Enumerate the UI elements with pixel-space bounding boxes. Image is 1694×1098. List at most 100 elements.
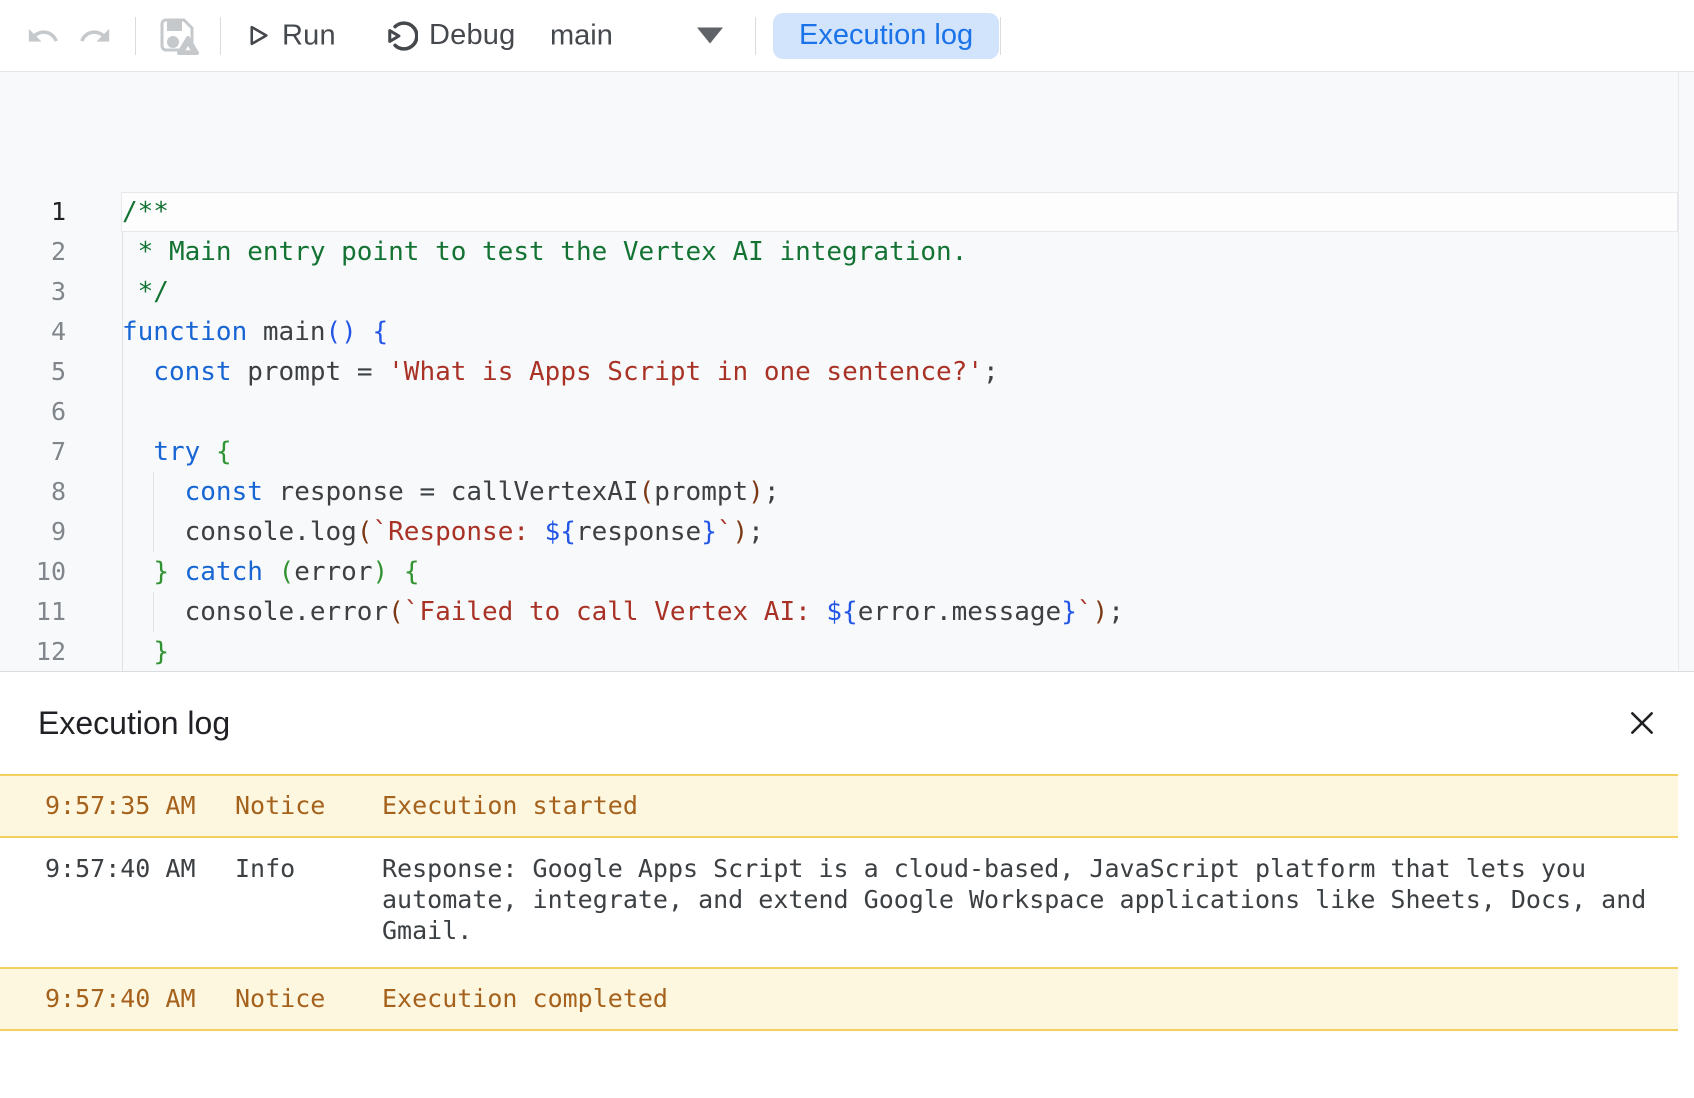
code-token: ( xyxy=(639,477,655,507)
code-token: ${ xyxy=(826,597,857,627)
code-token: const xyxy=(185,477,263,507)
toolbar-divider xyxy=(1000,17,1001,55)
code-token xyxy=(122,437,153,467)
toolbar-divider xyxy=(135,17,136,55)
code-token: * Main entry point to test the Vertex AI… xyxy=(122,237,967,267)
code-token: ` xyxy=(717,517,733,547)
code-token xyxy=(122,637,153,667)
code-token: 'What is Apps Script in one sentence?' xyxy=(388,357,983,387)
log-level: Notice xyxy=(235,789,382,823)
code-token: () xyxy=(326,317,357,347)
code-line[interactable]: /** xyxy=(122,192,169,232)
code-token: } xyxy=(1061,597,1077,627)
line-number[interactable]: 5 xyxy=(0,352,66,392)
code-token: ` xyxy=(1077,597,1093,627)
close-button[interactable] xyxy=(1620,701,1664,745)
code-token: ) xyxy=(373,557,389,587)
line-number[interactable]: 12 xyxy=(0,632,66,672)
line-number[interactable]: 8 xyxy=(0,472,66,512)
execution-log-button[interactable]: Execution log xyxy=(773,13,999,59)
run-label: Run xyxy=(282,19,336,52)
code-token xyxy=(122,557,153,587)
code-token: console.log xyxy=(122,517,357,547)
code-token: ( xyxy=(357,517,373,547)
execution-log-header: Execution log xyxy=(0,672,1694,774)
redo-icon xyxy=(78,19,112,53)
line-number[interactable]: 6 xyxy=(0,392,66,432)
code-token: error xyxy=(294,557,372,587)
code-token xyxy=(169,557,185,587)
code-token: function xyxy=(122,317,247,347)
code-token: main xyxy=(263,317,326,347)
line-number[interactable]: 3 xyxy=(0,272,66,312)
log-timestamp: 9:57:35 AM xyxy=(0,789,235,823)
code-token: ; xyxy=(748,517,764,547)
code-token xyxy=(357,317,373,347)
code-line[interactable]: * Main entry point to test the Vertex AI… xyxy=(122,232,967,272)
code-token: { xyxy=(404,557,420,587)
code-line[interactable]: console.error(`Failed to call Vertex AI:… xyxy=(122,592,1124,632)
editor-scrollbar-ruler xyxy=(1678,72,1679,671)
code-line[interactable]: function main() { xyxy=(122,312,388,352)
code-token: ) xyxy=(733,517,749,547)
function-selector-value: main xyxy=(550,19,613,52)
code-token xyxy=(122,357,153,387)
log-message: Response: Google Apps Script is a cloud-… xyxy=(382,853,1662,946)
undo-button[interactable] xyxy=(26,19,60,53)
code-token: const xyxy=(153,357,231,387)
line-number[interactable]: 11 xyxy=(0,592,66,632)
code-line[interactable]: const prompt = 'What is Apps Script in o… xyxy=(122,352,999,392)
close-icon xyxy=(1627,708,1657,738)
code-token: response = callVertexAI xyxy=(263,477,639,507)
code-line[interactable]: const response = callVertexAI(prompt); xyxy=(122,472,779,512)
code-token: ; xyxy=(764,477,780,507)
code-token xyxy=(247,317,263,347)
code-token: ${ xyxy=(545,517,576,547)
code-line[interactable]: } catch (error) { xyxy=(122,552,419,592)
line-number[interactable]: 7 xyxy=(0,432,66,472)
code-token xyxy=(263,557,279,587)
code-token: } xyxy=(701,517,717,547)
line-number[interactable]: 9 xyxy=(0,512,66,552)
code-token: prompt xyxy=(654,477,748,507)
log-entry: 9:57:40 AMNoticeExecution completed xyxy=(0,967,1678,1031)
code-token: ) xyxy=(1093,597,1109,627)
code-token: try xyxy=(153,437,200,467)
code-token: { xyxy=(216,437,232,467)
run-button[interactable]: Run xyxy=(243,19,336,52)
debug-button[interactable]: Debug xyxy=(382,19,515,53)
code-token xyxy=(200,437,216,467)
save-icon xyxy=(152,12,200,60)
dropdown-arrow-icon xyxy=(697,28,723,44)
code-token: `Response: xyxy=(372,517,544,547)
toolbar-divider xyxy=(755,17,756,55)
log-message: Execution started xyxy=(382,789,638,823)
current-line-highlight xyxy=(121,192,1678,232)
code-token: response xyxy=(576,517,701,547)
code-editor[interactable]: 1 /** 2 * Main entry point to test the Ver… xyxy=(0,72,1694,672)
play-icon xyxy=(243,22,271,50)
code-line[interactable]: try { xyxy=(122,432,232,472)
execution-log-panel: Execution log 9:57:35 AMNoticeExecution … xyxy=(0,672,1694,1031)
function-selector[interactable]: main xyxy=(550,19,730,52)
toolbar: Run Debug main Execution log xyxy=(0,0,1694,72)
line-number[interactable]: 2 xyxy=(0,232,66,272)
redo-button[interactable] xyxy=(78,19,112,53)
execution-log-title: Execution log xyxy=(38,705,230,742)
code-token xyxy=(122,477,185,507)
log-level: Info xyxy=(235,853,382,884)
line-number[interactable]: 10 xyxy=(0,552,66,592)
code-token: /** xyxy=(122,197,169,227)
undo-icon xyxy=(26,19,60,53)
save-project-button[interactable] xyxy=(152,12,200,60)
log-entry: 9:57:40 AMInfoResponse: Google Apps Scri… xyxy=(0,838,1678,967)
code-token: ( xyxy=(279,557,295,587)
line-number[interactable]: 4 xyxy=(0,312,66,352)
code-token: catch xyxy=(185,557,263,587)
code-line[interactable]: } xyxy=(122,632,169,672)
toolbar-divider xyxy=(220,17,221,55)
code-line[interactable]: console.log(`Response: ${response}`); xyxy=(122,512,764,552)
line-number[interactable]: 1 xyxy=(0,192,66,232)
code-line[interactable]: */ xyxy=(122,272,169,312)
debug-icon xyxy=(382,19,418,53)
